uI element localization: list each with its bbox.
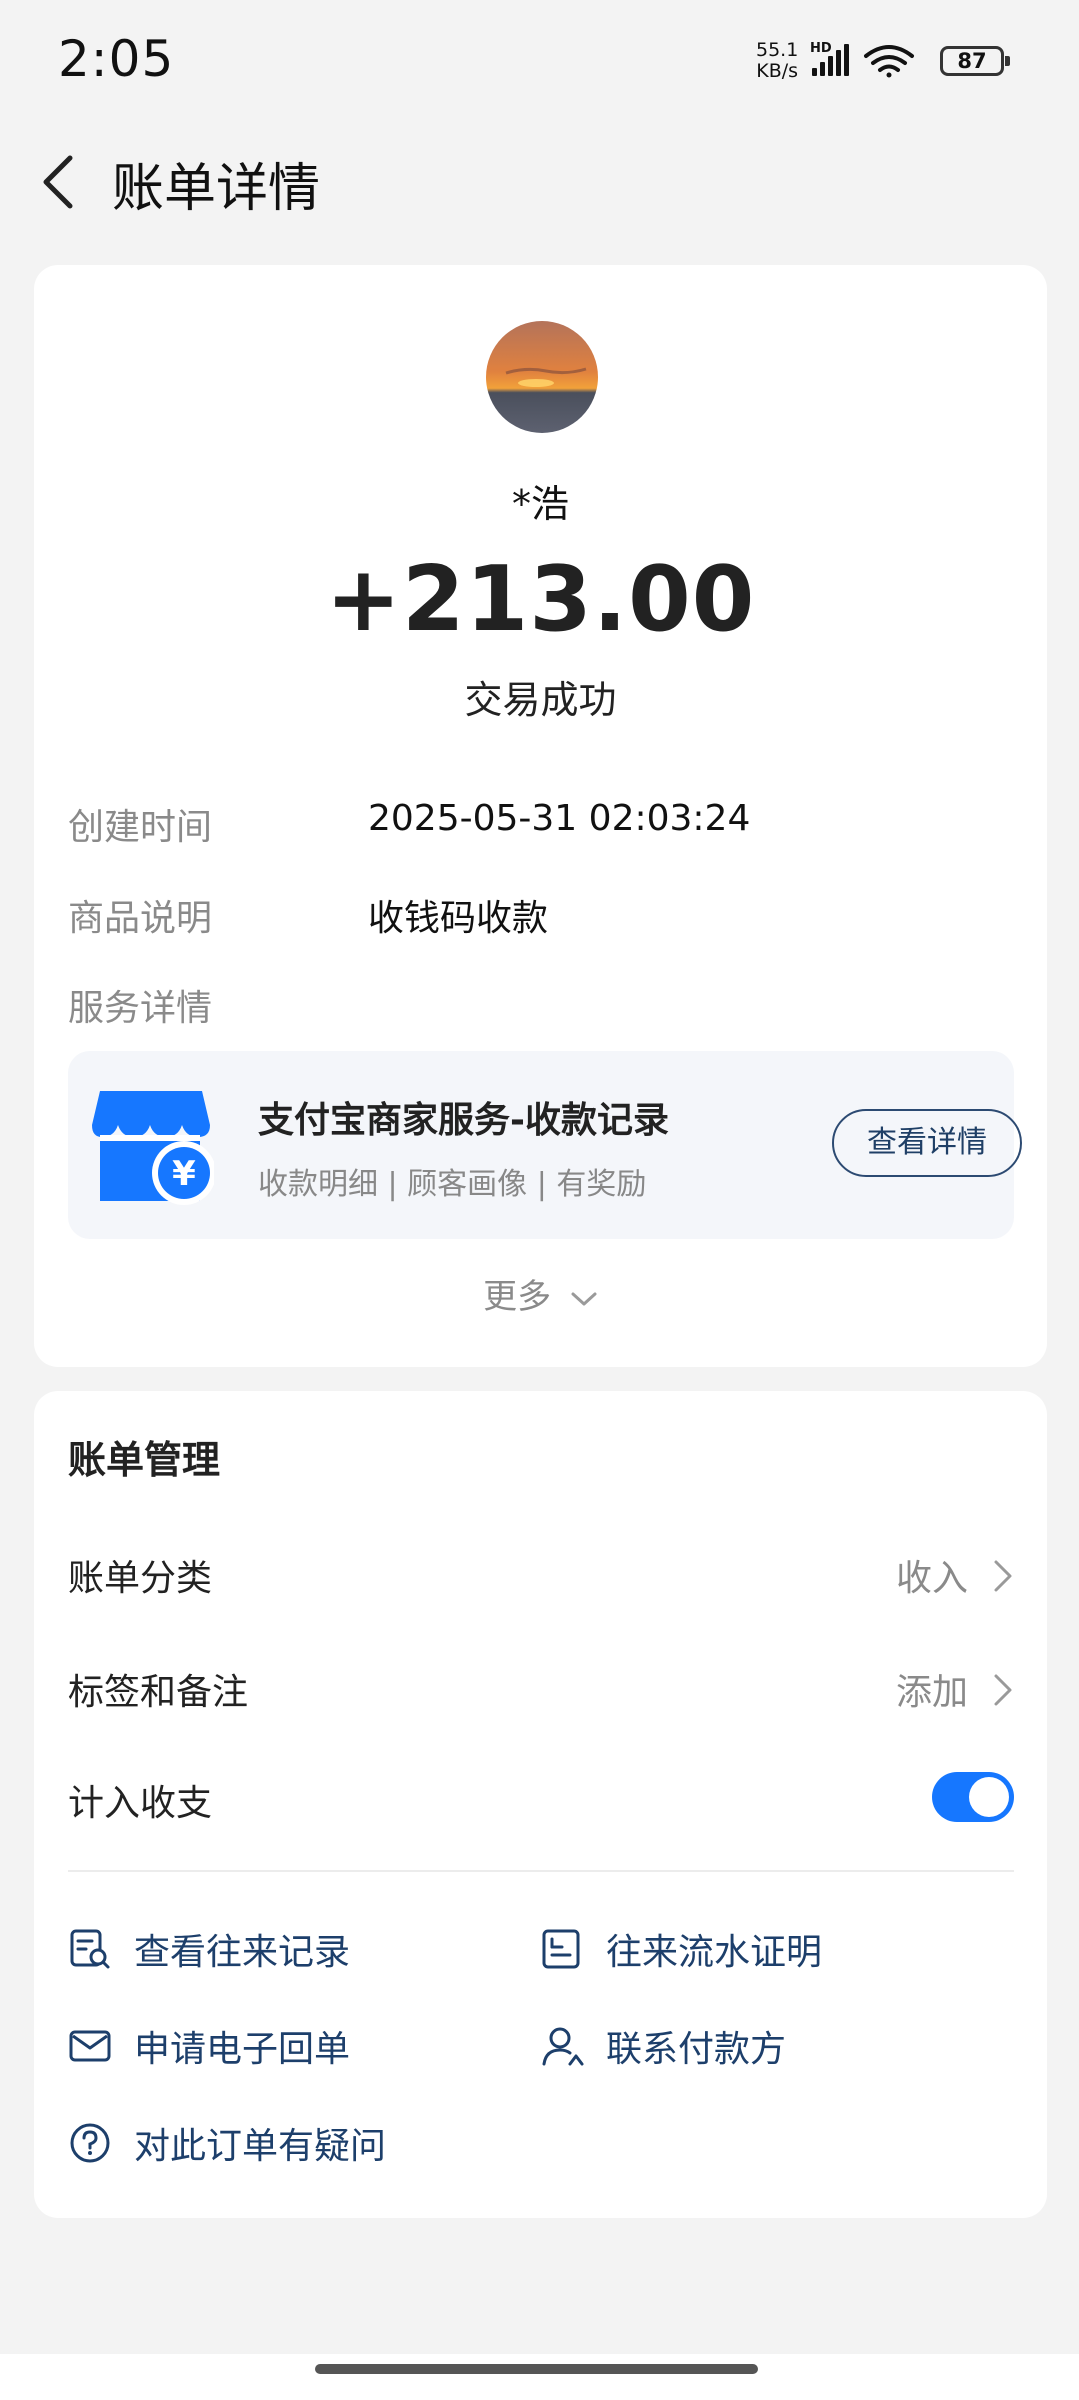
page-title: 账单详情: [112, 159, 321, 219]
status-icons: HD: [808, 40, 928, 84]
question-icon: [70, 2123, 110, 2163]
home-indicator[interactable]: [315, 2364, 758, 2374]
setting-label: 账单分类: [68, 1558, 213, 1599]
status-bar: 2:05 55.1 KB/s HD 87: [0, 0, 1079, 120]
wifi-icon: [864, 45, 914, 78]
detail-label: 创建时间: [68, 807, 213, 848]
chevron-down-icon: [571, 1292, 597, 1305]
transaction-card: *浩 +213.00 交易成功 创建时间 2025-05-31 02:03:24…: [34, 265, 1047, 1367]
bill-management-card: 账单管理 账单分类 收入 标签和备注 添加 计入收支 查看往来记录 往来流水证明…: [34, 1391, 1047, 2218]
setting-label: 计入收支: [68, 1783, 213, 1824]
record-search-icon: [70, 1929, 110, 1969]
service-title: 支付宝商家服务-收款记录: [258, 1100, 669, 1141]
action-label: 申请电子回单: [134, 2029, 351, 2070]
bill-category-row[interactable]: 账单分类 收入: [68, 1539, 1014, 1609]
more-toggle[interactable]: 更多: [34, 1269, 1047, 1318]
detail-value: 收钱码收款: [368, 898, 549, 939]
action-label: 联系付款方: [606, 2029, 787, 2070]
e-receipt-link[interactable]: 申请电子回单: [68, 2018, 468, 2078]
hd-badge: HD: [810, 41, 832, 56]
transaction-proof-link[interactable]: 往来流水证明: [540, 1921, 940, 1981]
detail-value: 2025-05-31 02:03:24: [368, 798, 751, 839]
nav-bar: 账单详情: [0, 130, 1079, 230]
detail-row-service-details: 服务详情: [68, 979, 1008, 1039]
order-question-link[interactable]: 对此订单有疑问: [68, 2115, 528, 2175]
payer-name: *浩: [511, 482, 569, 526]
merchant-service-banner[interactable]: ¥ 支付宝商家服务-收款记录 收款明细 | 顾客画像 | 有奖励 查看详情: [68, 1051, 1022, 1239]
detail-label: 服务详情: [68, 988, 213, 1029]
view-records-link[interactable]: 查看往来记录: [68, 1921, 468, 1981]
action-label: 往来流水证明: [606, 1932, 823, 1973]
toggle-knob: [969, 1777, 1009, 1817]
back-button[interactable]: [30, 148, 94, 212]
include-income-expense-toggle[interactable]: [932, 1772, 1014, 1822]
gesture-bar: [0, 2354, 1079, 2400]
more-label: 更多: [483, 1277, 552, 1317]
network-speed-value: 55.1: [756, 39, 799, 61]
back-arrow-icon: [43, 155, 73, 209]
store-icon: ¥: [90, 1085, 216, 1209]
divider: [68, 1870, 1014, 1872]
contact-person-icon: [542, 2027, 584, 2066]
status-time: 2:05: [58, 30, 175, 88]
setting-value: 添加: [895, 1672, 968, 1713]
detail-row-product-description: 商品说明 收钱码收款: [68, 889, 1008, 949]
transaction-amount: +213.00: [325, 547, 756, 652]
avatar[interactable]: [486, 321, 598, 433]
service-subtitle: 收款明细 | 顾客画像 | 有奖励: [258, 1167, 647, 1202]
detail-row-created-time: 创建时间 2025-05-31 02:03:24: [68, 798, 1008, 858]
envelope-icon: [69, 2030, 111, 2062]
contact-payer-link[interactable]: 联系付款方: [540, 2018, 940, 2078]
network-speed-unit: KB/s: [756, 60, 799, 82]
chevron-right-icon: [994, 1674, 1012, 1706]
setting-label: 标签和备注: [68, 1672, 249, 1713]
battery-icon: 87: [940, 46, 1010, 76]
svg-text:¥: ¥: [172, 1154, 196, 1194]
network-speed: 55.1 KB/s: [756, 40, 798, 82]
action-label: 对此订单有疑问: [134, 2126, 387, 2167]
document-icon: [542, 1929, 580, 1969]
action-label: 查看往来记录: [134, 1932, 351, 1973]
signal-wifi-icons: HD: [810, 41, 914, 78]
chevron-right-icon: [994, 1560, 1012, 1592]
view-details-button[interactable]: 查看详情: [832, 1109, 1022, 1177]
section-title: 账单管理: [68, 1438, 221, 1482]
transaction-status: 交易成功: [464, 678, 617, 722]
sunset-avatar-image: [486, 321, 598, 433]
detail-label: 商品说明: [68, 898, 213, 939]
setting-value: 收入: [895, 1558, 968, 1599]
tags-notes-row[interactable]: 标签和备注 添加: [68, 1653, 1014, 1723]
include-income-expense-row: 计入收支: [68, 1764, 1014, 1834]
